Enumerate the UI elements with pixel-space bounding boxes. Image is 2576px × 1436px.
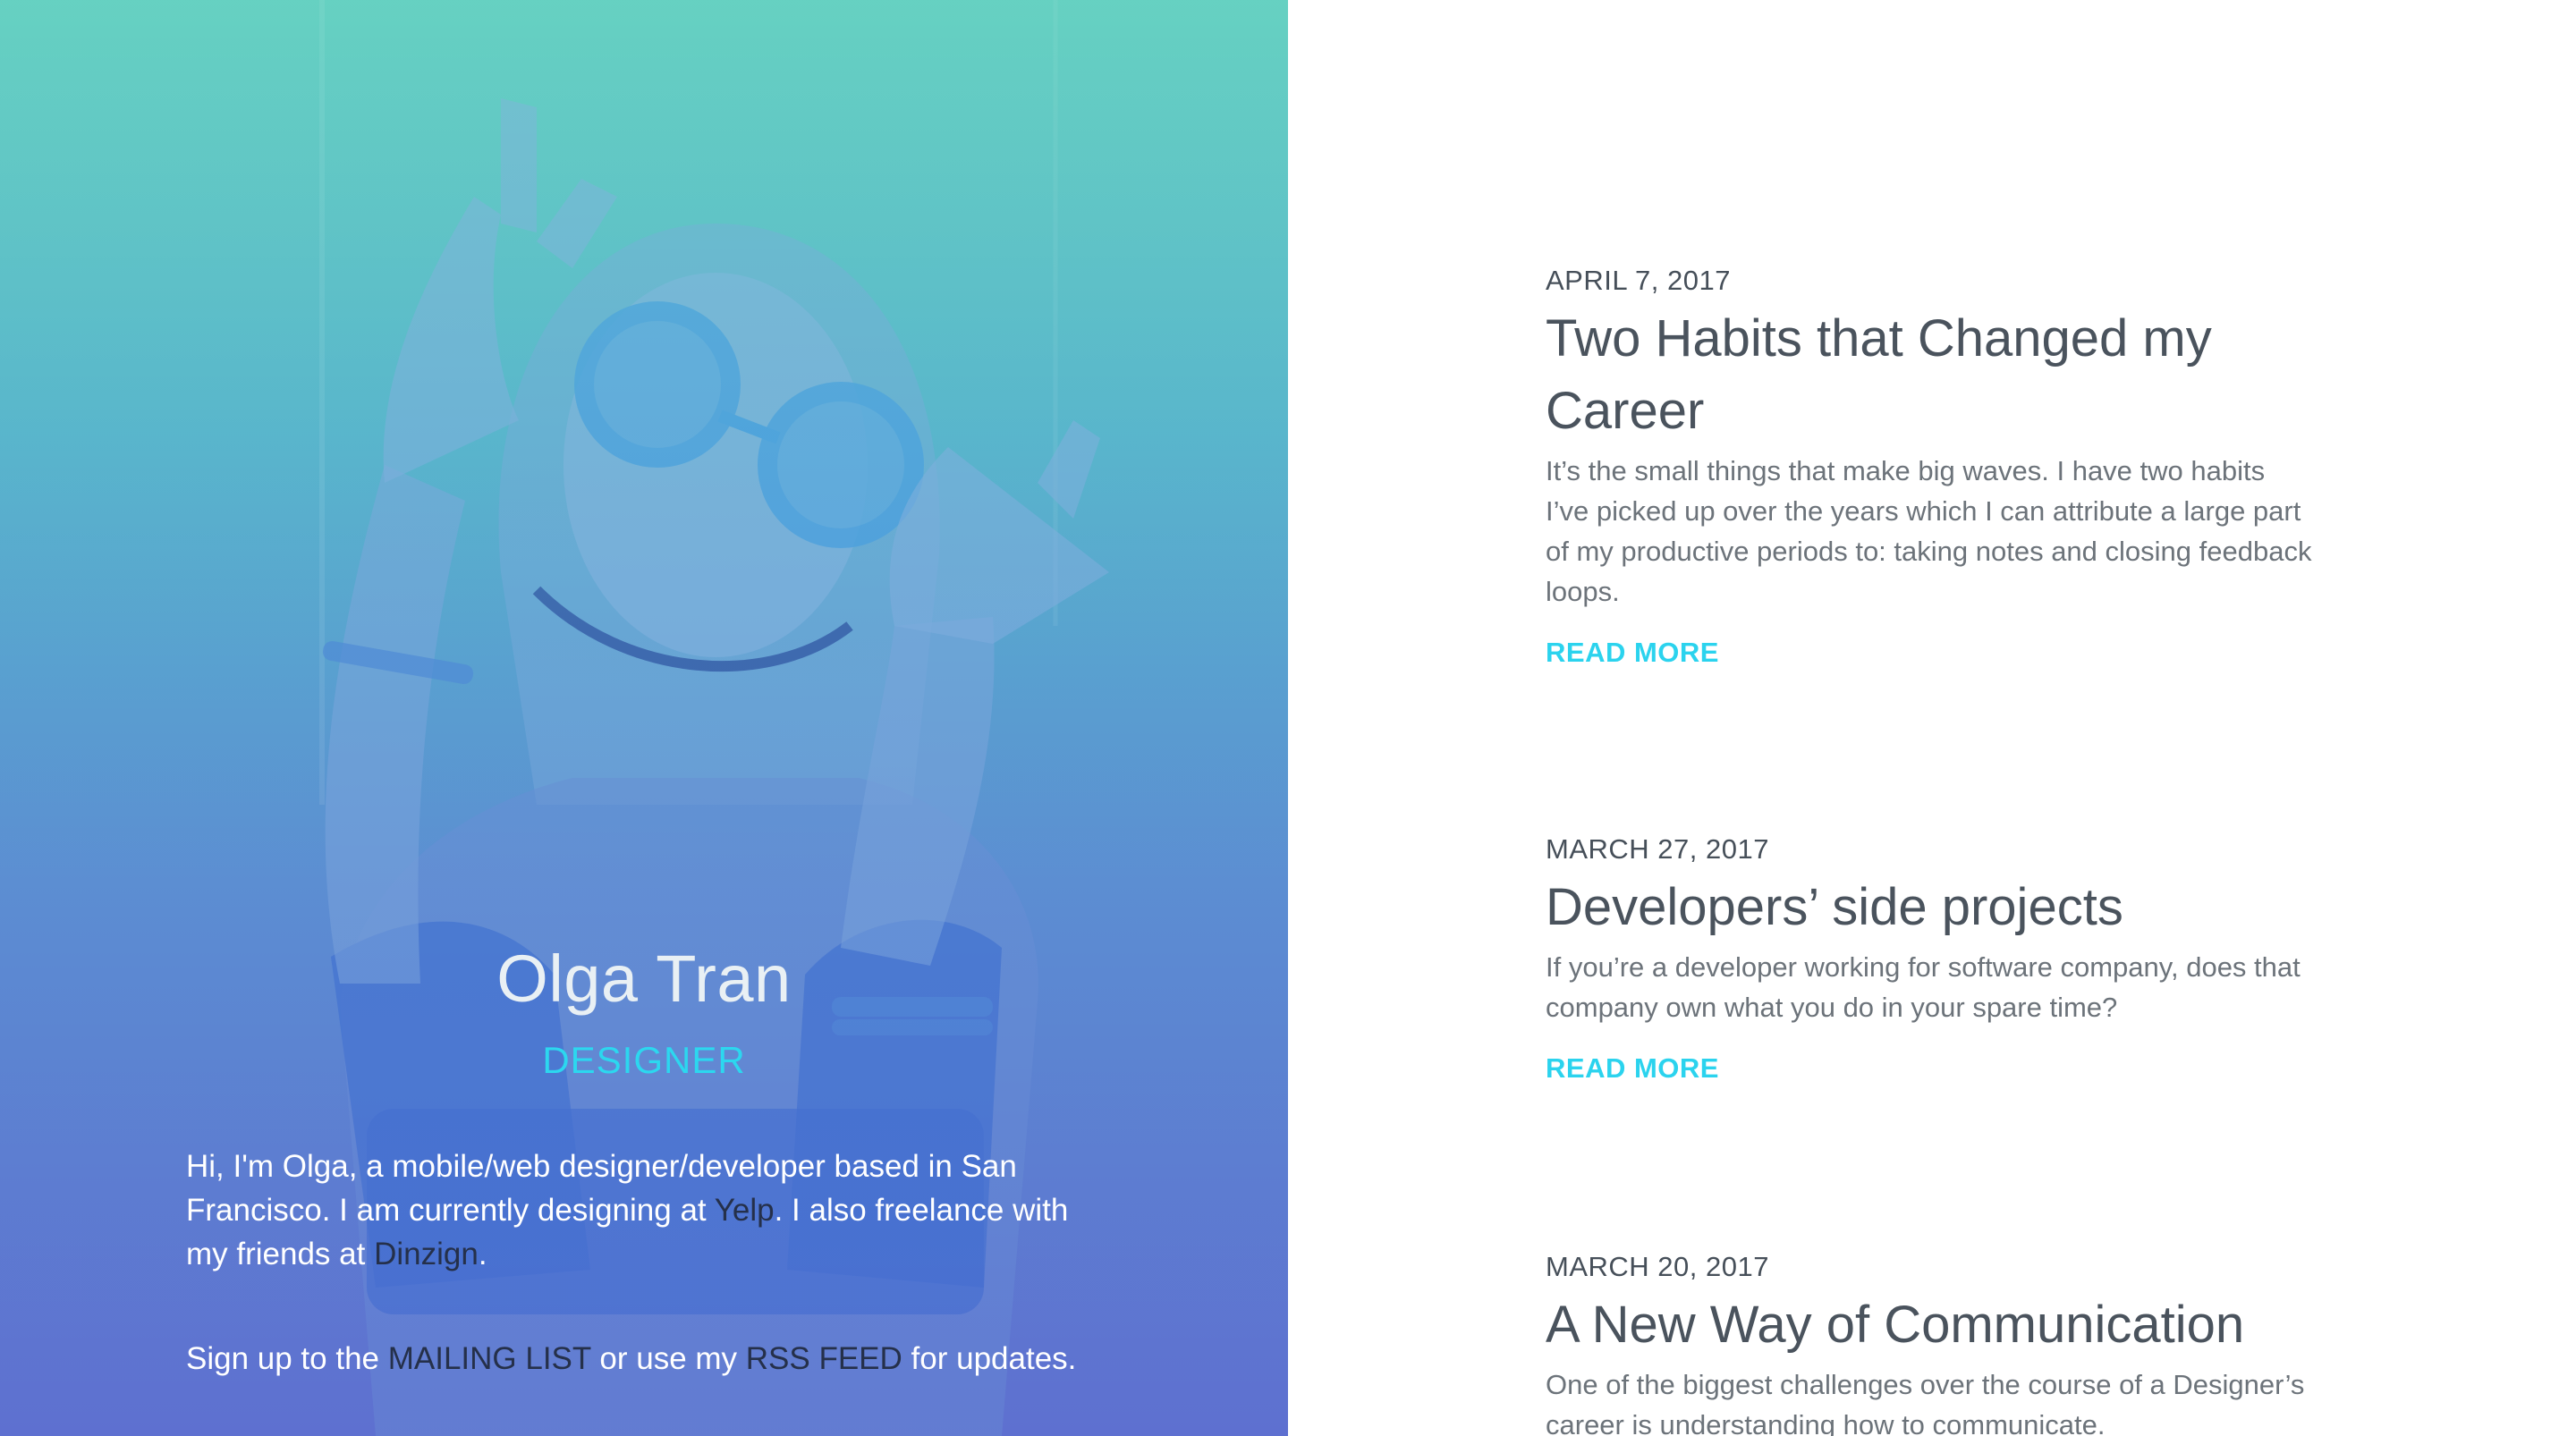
post-item: APRIL 7, 2017 Two Habits that Changed my… bbox=[1546, 263, 2315, 669]
post-date: APRIL 7, 2017 bbox=[1546, 265, 1731, 296]
bio-text-end: . bbox=[478, 1237, 487, 1271]
post-title[interactable]: A New Way of Communication bbox=[1546, 1288, 2315, 1361]
post-item: MARCH 20, 2017 A New Way of Communicatio… bbox=[1546, 1249, 2315, 1436]
post-title[interactable]: Two Habits that Changed my Career bbox=[1546, 302, 2315, 447]
author-bio: Hi, I'm Olga, a mobile/web designer/deve… bbox=[186, 1145, 1116, 1276]
profile-info: Olga Tran DESIGNER Hi, I'm Olga, a mobil… bbox=[0, 0, 1288, 1436]
post-list: APRIL 7, 2017 Two Habits that Changed my… bbox=[1288, 0, 2576, 1436]
signup-text: Sign up to the MAILING LIST or use my RS… bbox=[186, 1337, 1170, 1381]
signup-text-middle: or use my bbox=[590, 1341, 746, 1376]
post-excerpt: If you’re a developer working for softwa… bbox=[1546, 951, 2301, 1023]
post-excerpt: It’s the small things that make big wave… bbox=[1546, 455, 2312, 607]
post-excerpt: One of the biggest challenges over the c… bbox=[1546, 1369, 2305, 1436]
yelp-link[interactable]: Yelp bbox=[715, 1193, 775, 1228]
post-item: MARCH 27, 2017 Developers’ side projects… bbox=[1546, 832, 2315, 1085]
read-more-link[interactable]: READ MORE bbox=[1546, 637, 1719, 669]
signup-text-end: for updates. bbox=[902, 1341, 1077, 1376]
profile-hero: Olga Tran DESIGNER Hi, I'm Olga, a mobil… bbox=[0, 0, 1288, 1436]
post-date: MARCH 27, 2017 bbox=[1546, 833, 1769, 865]
author-role: DESIGNER bbox=[542, 1039, 746, 1081]
mailing-list-link[interactable]: MAILING LIST bbox=[388, 1341, 591, 1376]
dinzign-link[interactable]: Dinzign bbox=[374, 1237, 479, 1271]
post-date: MARCH 20, 2017 bbox=[1546, 1251, 1769, 1282]
read-more-link[interactable]: READ MORE bbox=[1546, 1052, 1719, 1085]
author-name: Olga Tran bbox=[496, 942, 792, 1016]
post-title[interactable]: Developers’ side projects bbox=[1546, 871, 2315, 943]
rss-feed-link[interactable]: RSS FEED bbox=[746, 1341, 902, 1376]
signup-text-start: Sign up to the bbox=[186, 1341, 388, 1376]
